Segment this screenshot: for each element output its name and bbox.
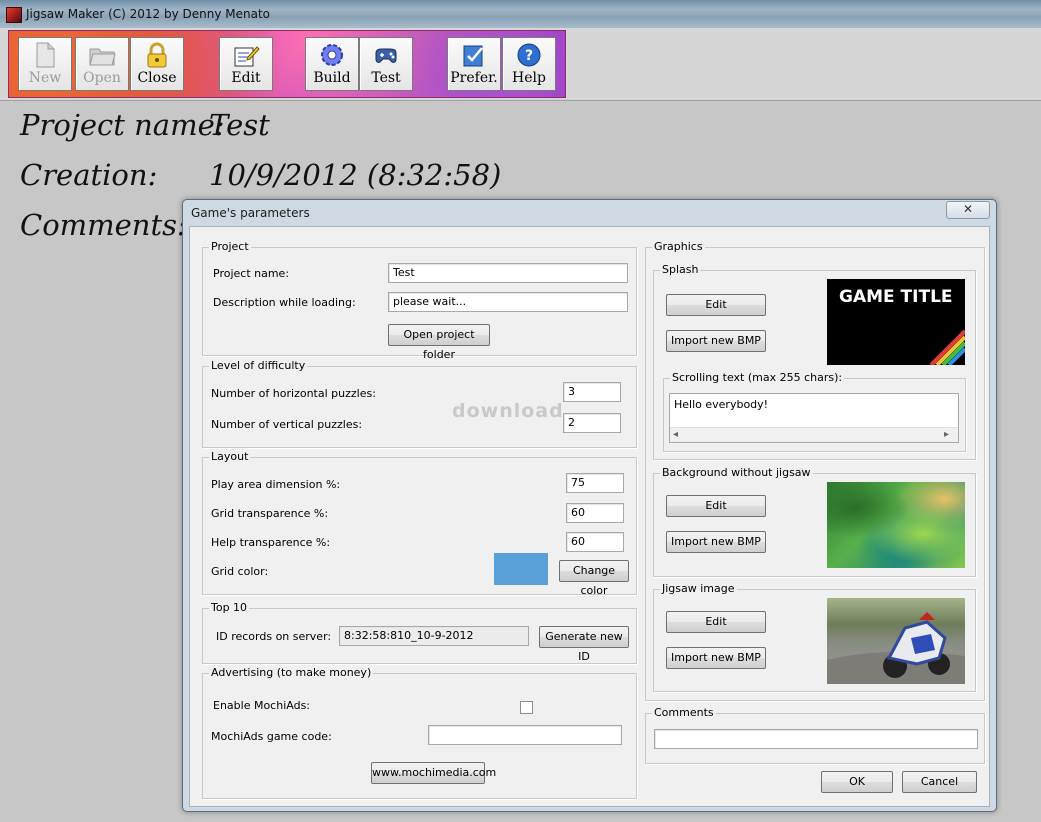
build-button[interactable]: Build — [305, 37, 359, 91]
svg-text:?: ? — [525, 48, 533, 64]
horizontal-puzzles-field[interactable]: 3 — [563, 382, 621, 402]
motorcycle-icon — [827, 612, 965, 684]
grid-color-swatch — [494, 553, 548, 585]
gear-icon — [321, 44, 343, 66]
advertising-group-title: Advertising (to make money) — [209, 666, 374, 680]
app-icon — [6, 7, 22, 23]
play-area-label: Play area dimension %: — [211, 478, 341, 491]
comments-group-title: Comments — [652, 706, 716, 720]
edit-button[interactable]: Edit — [219, 37, 273, 91]
splash-edit-button[interactable]: Edit — [666, 294, 766, 316]
preferences-check-icon — [463, 45, 483, 67]
enable-mochiads-label: Enable MochiAds: — [213, 699, 311, 712]
mochiads-code-label: MochiAds game code: — [211, 730, 332, 743]
play-area-field[interactable]: 75 — [566, 473, 624, 493]
open-folder-icon — [89, 48, 116, 66]
project-group: Project Project name: Test Description w… — [202, 240, 637, 361]
comments-label: Comments: — [20, 208, 187, 242]
scrolling-text-group-title: Scrolling text (max 255 chars): — [670, 371, 845, 385]
jigsaw-preview-image — [827, 598, 965, 684]
open-project-folder-button[interactable]: Open project folder — [388, 324, 490, 361]
open-button[interactable]: Open — [75, 37, 129, 91]
vertical-puzzles-label: Number of vertical puzzles: — [211, 418, 363, 431]
scrolling-text-box[interactable]: Hello everybody! ◂ ▸ — [669, 393, 959, 443]
difficulty-group: Level of difficulty Number of horizontal… — [202, 359, 637, 448]
graphics-group: Graphics Splash Edit Import new BMP GAME… — [645, 240, 985, 701]
scrolling-text-value: Hello everybody! — [674, 398, 769, 411]
background-edit-button[interactable]: Edit — [666, 495, 766, 517]
window-title-bar: Jigsaw Maker (C) 2012 by Denny Menato — [0, 0, 1041, 28]
project-name-field-label: Project name: — [213, 267, 290, 280]
main-toolbar: New Open Close Edit Build Test Prefer. ?… — [8, 30, 566, 98]
preferences-button[interactable]: Prefer. — [447, 37, 501, 91]
dialog-body: Project Project name: Test Description w… — [189, 226, 990, 807]
jigsaw-image-group: Jigsaw image Edit Import new BMP — [653, 582, 976, 692]
splash-group-title: Splash — [660, 263, 701, 277]
edit-pen-icon — [234, 46, 260, 67]
mochiads-code-field[interactable] — [428, 725, 622, 745]
close-button[interactable]: Close — [130, 37, 184, 91]
scrolling-text-hscrollbar[interactable]: ◂ ▸ — [670, 427, 958, 442]
advertising-group: Advertising (to make money) Enable Mochi… — [202, 666, 637, 799]
new-document-icon — [36, 42, 55, 68]
project-name-label: Project name: — [20, 108, 225, 142]
comments-field[interactable] — [654, 729, 978, 749]
scrolling-text-group: Scrolling text (max 255 chars): Hello ev… — [663, 371, 966, 452]
top10-group-title: Top 10 — [209, 601, 250, 615]
jigsaw-import-bmp-button[interactable]: Import new BMP — [666, 647, 766, 669]
help-transparence-field[interactable]: 60 — [566, 532, 624, 552]
layout-group-title: Layout — [209, 450, 251, 464]
cancel-button[interactable]: Cancel — [902, 771, 977, 793]
project-name-value: Test — [209, 108, 270, 142]
description-loading-field[interactable]: please wait... — [388, 292, 628, 312]
graphics-group-title: Graphics — [652, 240, 705, 254]
scroll-left-icon[interactable]: ◂ — [673, 428, 678, 442]
help-question-icon: ? — [517, 43, 541, 67]
download-watermark: download — [452, 400, 564, 422]
generate-new-id-button[interactable]: Generate new ID — [539, 626, 629, 663]
mochimedia-website-button[interactable]: www.mochimedia.com — [371, 762, 496, 784]
new-button[interactable]: New — [18, 37, 72, 91]
horizontal-puzzles-label: Number of horizontal puzzles: — [211, 387, 376, 400]
jigsaw-image-group-title: Jigsaw image — [660, 582, 737, 596]
grid-transparence-label: Grid transparence %: — [211, 507, 329, 520]
description-loading-label: Description while loading: — [213, 296, 356, 309]
gamepad-icon — [375, 48, 397, 63]
jigsaw-edit-button[interactable]: Edit — [666, 611, 766, 633]
creation-value: 10/9/2012 (8:32:58) — [209, 158, 502, 192]
padlock-icon — [147, 42, 167, 68]
splash-preview-image: GAME TITLE — [827, 279, 965, 365]
layout-group: Layout Play area dimension %: 75 Grid tr… — [202, 450, 637, 597]
project-group-title: Project — [209, 240, 251, 254]
ok-button[interactable]: OK — [821, 771, 893, 793]
help-transparence-label: Help transparence %: — [211, 536, 331, 549]
project-name-field[interactable]: Test — [388, 263, 628, 283]
background-import-bmp-button[interactable]: Import new BMP — [666, 531, 766, 553]
splash-import-bmp-button[interactable]: Import new BMP — [666, 330, 766, 352]
enable-mochiads-checkbox[interactable] — [520, 701, 533, 714]
difficulty-group-title: Level of difficulty — [209, 359, 308, 373]
background-group: Background without jigsaw Edit Import ne… — [653, 466, 976, 577]
dialog-close-button[interactable]: ✕ — [946, 201, 990, 219]
scroll-right-icon[interactable]: ▸ — [944, 428, 949, 442]
top10-group: Top 10 ID records on server: 8:32:58:810… — [202, 601, 637, 664]
grid-color-label: Grid color: — [211, 565, 269, 578]
change-color-button[interactable]: Change color — [559, 560, 629, 597]
id-records-label: ID records on server: — [216, 630, 332, 643]
comments-group: Comments — [645, 706, 985, 764]
window-title: Jigsaw Maker (C) 2012 by Denny Menato — [26, 7, 271, 21]
splash-group: Splash Edit Import new BMP GAME TITLE Sc… — [653, 263, 976, 460]
vertical-puzzles-field[interactable]: 2 — [563, 413, 621, 433]
background-preview-image — [827, 482, 965, 568]
grid-transparence-field[interactable]: 60 — [566, 503, 624, 523]
rainbow-stripes-icon — [929, 329, 965, 365]
help-button[interactable]: ? Help — [502, 37, 556, 91]
id-records-field[interactable]: 8:32:58:810_10-9-2012 — [339, 626, 529, 646]
background-group-title: Background without jigsaw — [660, 466, 813, 480]
test-button[interactable]: Test — [359, 37, 413, 91]
game-parameters-dialog: Game's parameters ✕ Project Project name… — [182, 199, 997, 812]
dialog-title: Game's parameters — [191, 206, 310, 220]
creation-label: Creation: — [20, 158, 158, 192]
